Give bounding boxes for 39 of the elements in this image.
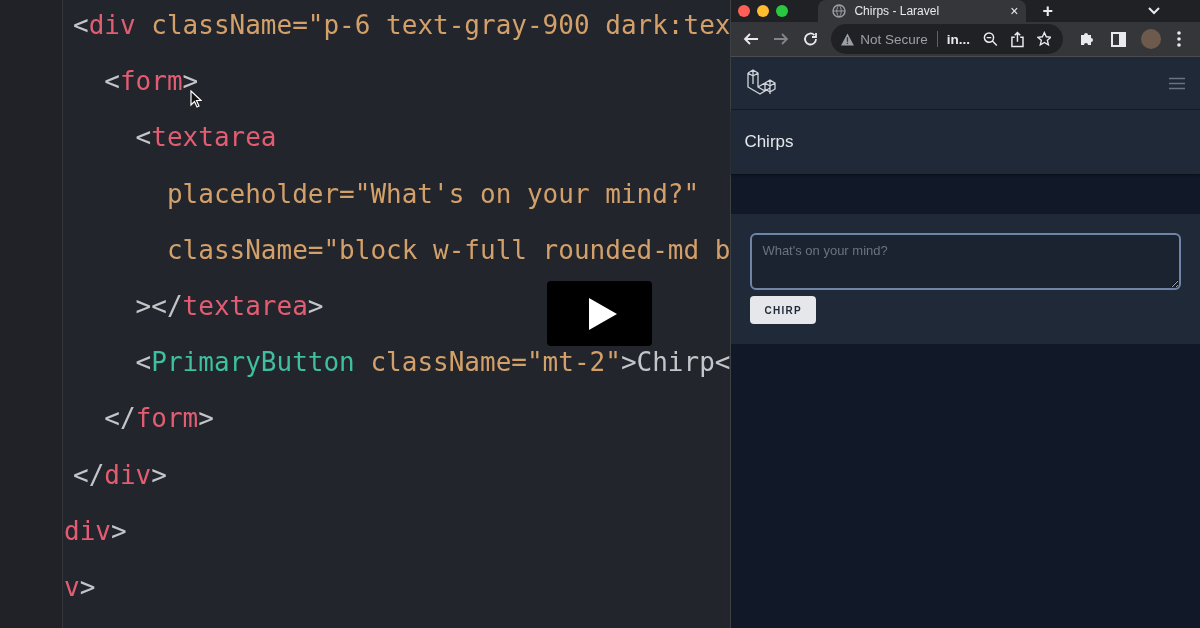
code-line: </div> — [73, 458, 167, 491]
zoom-out-icon[interactable] — [983, 31, 998, 47]
menu-icon[interactable] — [1177, 31, 1182, 47]
code-line: className="block w-full rounded-md b — [165, 233, 731, 266]
cube-logo-icon[interactable] — [747, 69, 778, 97]
security-label: Not Secure — [860, 31, 928, 47]
code-line: <PrimaryButton className="mt-2">Chirp< — [134, 346, 731, 379]
new-tab-button[interactable]: + — [1042, 1, 1053, 21]
play-button[interactable] — [547, 281, 652, 346]
code-line: ></textarea> — [134, 290, 324, 323]
zoom-window-button[interactable] — [776, 5, 789, 17]
puzzle-icon[interactable] — [1079, 31, 1096, 47]
chevron-down-icon[interactable] — [1147, 7, 1160, 15]
close-tab-button[interactable]: × — [1010, 3, 1019, 19]
warning-icon — [841, 32, 855, 46]
minimize-window-button[interactable] — [757, 5, 770, 17]
code-line: v> — [64, 570, 96, 603]
message-field[interactable]: What's on your mind? — [750, 233, 1181, 290]
share-icon[interactable] — [1010, 30, 1024, 48]
star-icon[interactable] — [1036, 31, 1052, 47]
code-line: <textarea — [134, 121, 277, 154]
cursor-icon — [190, 90, 202, 108]
globe-icon — [832, 4, 847, 18]
close-window-button[interactable] — [738, 5, 751, 17]
address-bar[interactable]: Not Secure in... — [831, 24, 1064, 54]
code-line: div> — [64, 514, 127, 547]
reload-icon[interactable] — [803, 31, 820, 47]
play-icon — [588, 297, 617, 330]
side-panel-icon[interactable] — [1111, 31, 1127, 47]
back-arrow-icon[interactable] — [743, 31, 760, 47]
code-line: <div className="p-6 text-gray-900 dark:tex — [73, 9, 731, 42]
tab-title: Chirps - Laravel — [854, 4, 941, 18]
browser-tab[interactable]: Chirps - Laravel × — [818, 0, 1027, 22]
chirp-button[interactable]: CHIRP — [750, 296, 816, 324]
page-title: Chirps — [744, 132, 794, 152]
code-line: <form> — [103, 65, 199, 98]
url-text: in... — [946, 31, 970, 47]
code-line: </form> — [103, 402, 214, 435]
code-line: placeholder="What's on your mind?" — [165, 177, 700, 210]
